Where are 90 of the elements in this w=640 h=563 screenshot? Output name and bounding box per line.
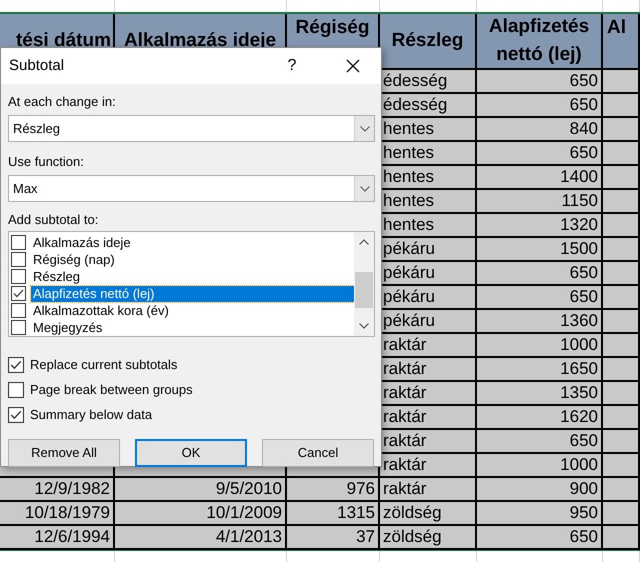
table-cell: pékáru bbox=[383, 238, 435, 260]
table-cell: 1400 bbox=[560, 166, 598, 188]
checkbox[interactable] bbox=[8, 356, 24, 372]
checkbox[interactable] bbox=[8, 406, 24, 422]
column-header: Részleg bbox=[392, 29, 464, 53]
table-cell: 650 bbox=[570, 142, 598, 164]
dropdown[interactable]: Max bbox=[8, 175, 375, 202]
dialog-button[interactable]: Cancel bbox=[262, 439, 374, 467]
list-item[interactable]: Régiség (nap) bbox=[31, 252, 354, 268]
table-cell: raktár bbox=[383, 406, 426, 428]
table-cell: hentes bbox=[383, 214, 434, 236]
close-icon bbox=[346, 59, 360, 73]
table-cell: 650 bbox=[570, 430, 598, 452]
table-cell: 1500 bbox=[560, 238, 598, 260]
dropdown[interactable]: Részleg bbox=[8, 115, 375, 142]
table-cell: 9/5/2010 bbox=[216, 478, 282, 500]
table-cell: pékáru bbox=[383, 310, 435, 332]
field-label: At each change in: bbox=[8, 94, 117, 110]
list-item[interactable]: Alapfizetés nettó (lej) bbox=[31, 286, 354, 302]
table-cell: zöldség bbox=[383, 502, 442, 524]
table-cell: 10/18/1979 bbox=[24, 502, 110, 524]
checkbox[interactable] bbox=[11, 269, 26, 284]
chevron-down-icon bbox=[360, 126, 370, 132]
column-header: tési dátum bbox=[16, 29, 111, 53]
table-cell: pékáru bbox=[383, 286, 435, 308]
table-cell: hentes bbox=[383, 166, 434, 188]
table-cell: 37 bbox=[356, 526, 375, 548]
table-cell: 1360 bbox=[560, 310, 598, 332]
table-cell: 650 bbox=[570, 70, 598, 92]
table-cell: 1150 bbox=[561, 190, 598, 212]
table-cell: 840 bbox=[570, 118, 598, 140]
table-cell: raktár bbox=[383, 358, 426, 380]
table-cell: édesség bbox=[383, 94, 448, 116]
chevron-down-icon bbox=[360, 186, 370, 192]
checkbox[interactable] bbox=[11, 235, 26, 250]
table-cell: hentes bbox=[383, 142, 434, 164]
table-cell: 1315 bbox=[337, 502, 375, 524]
table-cell: 1620 bbox=[560, 406, 598, 428]
table-cell: 1350 bbox=[560, 382, 598, 404]
table-cell: raktár bbox=[383, 430, 426, 452]
table-cell: 650 bbox=[570, 286, 598, 308]
table-cell: 950 bbox=[570, 502, 598, 524]
list-item[interactable]: Megjegyzés bbox=[31, 320, 354, 336]
checkbox[interactable] bbox=[11, 303, 26, 318]
table-cell: 1650 bbox=[560, 358, 598, 380]
checkbox[interactable] bbox=[8, 382, 24, 398]
window-title: Subtotal bbox=[9, 56, 64, 76]
table-cell: raktár bbox=[383, 478, 426, 500]
table-cell: édesség bbox=[383, 70, 448, 92]
table-cell: zöldség bbox=[383, 526, 442, 548]
column-header: Régiség bbox=[296, 16, 370, 40]
column-header: Alapfizetés nettó (lej) bbox=[488, 15, 590, 67]
table-cell: 1000 bbox=[560, 334, 598, 356]
list-item[interactable]: Részleg bbox=[31, 268, 354, 284]
table-cell: 650 bbox=[570, 94, 598, 116]
column-header: Al bbox=[607, 16, 626, 40]
chevron-down-icon[interactable] bbox=[359, 323, 369, 329]
checkbox-label: Page break between groups bbox=[30, 380, 193, 399]
field-label: Use function: bbox=[8, 154, 85, 170]
table-cell: 12/9/1982 bbox=[34, 478, 110, 500]
table-cell: 1000 bbox=[560, 454, 598, 476]
table-cell: 650 bbox=[570, 262, 598, 284]
table-cell: 900 bbox=[570, 478, 598, 500]
table-cell: 650 bbox=[570, 526, 598, 548]
list-item[interactable]: Alkalmazás ideje bbox=[31, 234, 354, 250]
checkbox[interactable] bbox=[11, 320, 26, 335]
dialog-button[interactable]: Remove All bbox=[8, 439, 120, 467]
checkbox[interactable] bbox=[11, 252, 26, 267]
table-cell: pékáru bbox=[383, 262, 435, 284]
table-cell: hentes bbox=[383, 190, 434, 212]
column-header: Alkalmazás ideje bbox=[124, 29, 276, 53]
table-cell: raktár bbox=[383, 334, 426, 356]
help-button[interactable]: ? bbox=[277, 52, 307, 80]
table-cell: 976 bbox=[346, 478, 375, 500]
table-cell: 10/1/2009 bbox=[206, 502, 282, 524]
table-cell: hentes bbox=[383, 118, 434, 140]
checkbox-label: Replace current subtotals bbox=[30, 356, 178, 374]
scrollbar-thumb[interactable] bbox=[355, 272, 373, 308]
scrollbar[interactable] bbox=[354, 232, 374, 336]
table-cell: 12/6/1994 bbox=[34, 526, 110, 548]
chevron-up-icon[interactable] bbox=[359, 239, 369, 245]
table-cell: raktár bbox=[383, 454, 426, 476]
table-cell: 4/1/2013 bbox=[216, 526, 282, 548]
dialog-button[interactable]: OK bbox=[135, 439, 247, 467]
table-cell: 1320 bbox=[560, 214, 598, 236]
list-item[interactable]: Alkalmazottak kora (év) bbox=[31, 302, 354, 318]
field-label: Add subtotal to: bbox=[8, 212, 100, 228]
checkbox-label: Summary below data bbox=[30, 406, 152, 424]
checkbox[interactable] bbox=[11, 286, 26, 301]
table-cell: raktár bbox=[383, 382, 426, 404]
